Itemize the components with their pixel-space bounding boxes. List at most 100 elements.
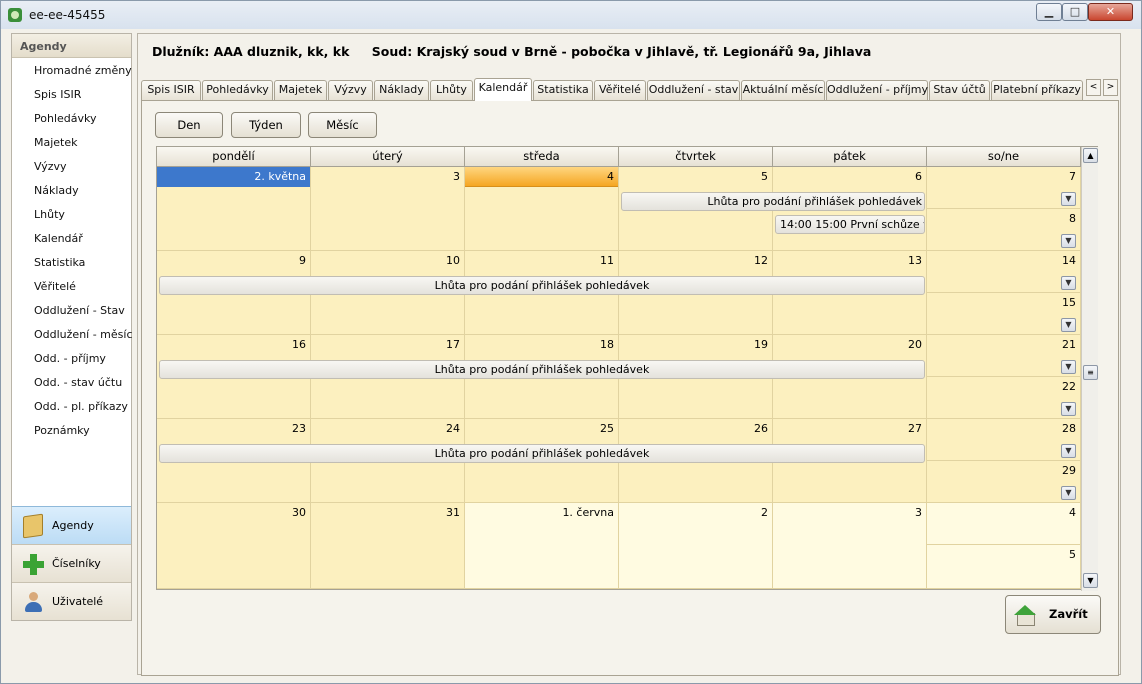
tab-lhuty[interactable]: Lhůty [430,80,473,100]
day-number: 29 [1062,464,1076,477]
more-events-icon[interactable]: ▼ [1061,360,1076,374]
court-label: Soud: Krajský soud v Brně - pobočka v Ji… [371,44,872,59]
day-number: 8 [1069,212,1076,225]
tab-scroll-left-button[interactable]: < [1086,79,1101,96]
close-window-button[interactable]: ✕ [1088,3,1133,21]
app-icon [8,8,22,22]
tab-kalendar[interactable]: Kalendář [474,78,532,101]
sidebar-item-odd-pl-prikazy[interactable]: Odd. - pl. příkazy [12,394,131,418]
sidebar-item-majetek[interactable]: Majetek [12,130,131,154]
day-cell-saturday[interactable]: 7 [927,167,1081,209]
tab-veritele[interactable]: Věřitelé [594,80,646,100]
day-cell-today[interactable]: 4 [465,167,619,251]
sidebar-item-kalendar[interactable]: Kalendář [12,226,131,250]
sidebar-item-statistika[interactable]: Statistika [12,250,131,274]
calendar-tab-panel: Den Týden Měsíc pondělí úterý středa čtv… [141,100,1119,676]
day-cell[interactable]: 3 [311,167,465,251]
tab-vyzvy[interactable]: Výzvy [328,80,373,100]
day-cell-saturday[interactable]: 28 [927,419,1081,461]
day-cell-saturday[interactable]: 4 [927,503,1081,545]
sidebar-item-oddluzeni-mesic[interactable]: Oddlužení - měsíc [12,322,133,346]
day-cell-next-month[interactable]: 1. června [465,503,619,589]
tab-stav-uctu[interactable]: Stav účtů [929,80,990,100]
day-number: 30 [292,506,306,519]
day-cell-sunday[interactable]: 5 [927,545,1081,589]
calendar-event[interactable]: Lhůta pro podání přihlášek pohledávek [159,360,925,379]
scroll-up-icon[interactable]: ▲ [1083,148,1098,163]
header-weekend: so/ne [927,147,1081,167]
house-icon [1014,605,1036,626]
day-cell-saturday[interactable]: 21 [927,335,1081,377]
day-cell-sunday[interactable]: 22 [927,377,1081,419]
sidebar-item-oddluzeni-stav[interactable]: Oddlužení - Stav [12,298,131,322]
day-cell[interactable]: 31 [311,503,465,589]
tab-spis-isir[interactable]: Spis ISIR [141,80,201,100]
scroll-down-icon[interactable]: ▼ [1083,573,1098,588]
more-events-icon[interactable]: ▼ [1061,402,1076,416]
sidebar-item-poznamky[interactable]: Poznámky [12,418,131,442]
day-cell[interactable]: 2. května [157,167,311,251]
sidebar-item-naklady[interactable]: Náklady [12,178,131,202]
header-wednesday: středa [465,147,619,167]
sidebar-item-lhuty[interactable]: Lhůty [12,202,131,226]
day-cell-sunday[interactable]: 8 [927,209,1081,251]
more-events-icon[interactable]: ▼ [1061,486,1076,500]
sidebar-item-pohledavky[interactable]: Pohledávky [12,106,131,130]
application-window: ee-ee-45455 ▁ □ ✕ Agendy Hromadné změny … [0,0,1142,684]
maximize-button[interactable]: □ [1062,3,1088,21]
minimize-button[interactable]: ▁ [1036,3,1062,21]
more-events-icon[interactable]: ▼ [1061,192,1076,206]
sidebar-item-veritele[interactable]: Věřitelé [12,274,131,298]
day-number: 26 [754,422,768,435]
day-number: 4 [1069,506,1076,519]
day-number: 2. května [157,167,310,187]
sidebar-item-hromadne-zmeny[interactable]: Hromadné změny [12,58,132,82]
tab-oddluzeni-prijmy[interactable]: Oddlužení - příjmy [826,80,928,100]
title-bar[interactable]: ee-ee-45455 ▁ □ ✕ [1,1,1141,29]
folder-icon [23,513,43,539]
close-button[interactable]: Zavřít [1005,595,1101,634]
tab-pohledavky[interactable]: Pohledávky [202,80,273,100]
ciselniky-button[interactable]: Číselníky [12,544,131,582]
tab-platebni-prikazy[interactable]: Platební příkazy [991,80,1083,100]
day-number: 23 [292,422,306,435]
view-week-button[interactable]: Týden [231,112,301,138]
case-info: Dlužník: AAA dluznik, kk, kk Soud: Krajs… [152,44,889,59]
calendar-event[interactable]: Lhůta pro podání přihlášek pohledávek [621,192,925,211]
tab-aktualni-mesic[interactable]: Aktuální měsíc [741,80,825,100]
sidebar-item-odd-prijmy[interactable]: Odd. - příjmy [12,346,131,370]
day-cell-next-month[interactable]: 2 [619,503,773,589]
sidebar-item-odd-stav-uctu[interactable]: Odd. - stav účtu [12,370,131,394]
tab-statistika[interactable]: Statistika [533,80,593,100]
view-month-button[interactable]: Měsíc [308,112,377,138]
more-events-icon[interactable]: ▼ [1061,276,1076,290]
calendar-scrollbar[interactable]: ▲ ≡ ▼ [1081,147,1098,591]
scroll-thumb-icon[interactable]: ≡ [1083,365,1098,380]
sidebar-header: Agendy [12,34,131,58]
day-cell-sunday[interactable]: 15 [927,293,1081,335]
agendy-button[interactable]: Agendy [12,506,131,544]
day-cell-saturday[interactable]: 14 [927,251,1081,293]
tab-oddluzeni-stav[interactable]: Oddlužení - stav [647,80,740,100]
day-number: 12 [754,254,768,267]
more-events-icon[interactable]: ▼ [1061,234,1076,248]
day-number: 16 [292,338,306,351]
agendy-button-label: Agendy [52,519,94,532]
calendar-event[interactable]: Lhůta pro podání přihlášek pohledávek [159,444,925,463]
more-events-icon[interactable]: ▼ [1061,444,1076,458]
tab-naklady[interactable]: Náklady [374,80,429,100]
day-number: 21 [1062,338,1076,351]
header-tuesday: úterý [311,147,465,167]
more-events-icon[interactable]: ▼ [1061,318,1076,332]
sidebar-item-spis-isir[interactable]: Spis ISIR [12,82,131,106]
tab-scroll-right-button[interactable]: > [1103,79,1118,96]
calendar-event[interactable]: Lhůta pro podání přihlášek pohledávek [159,276,925,295]
day-cell-sunday[interactable]: 29 [927,461,1081,503]
day-cell-next-month[interactable]: 3 [773,503,927,589]
uzivatele-button[interactable]: Uživatelé [12,582,131,620]
tab-majetek[interactable]: Majetek [274,80,327,100]
day-cell[interactable]: 30 [157,503,311,589]
view-day-button[interactable]: Den [155,112,223,138]
calendar-event[interactable]: 14:00 15:00 První schůze věřitelů [775,215,925,234]
sidebar-item-vyzvy[interactable]: Výzvy [12,154,131,178]
